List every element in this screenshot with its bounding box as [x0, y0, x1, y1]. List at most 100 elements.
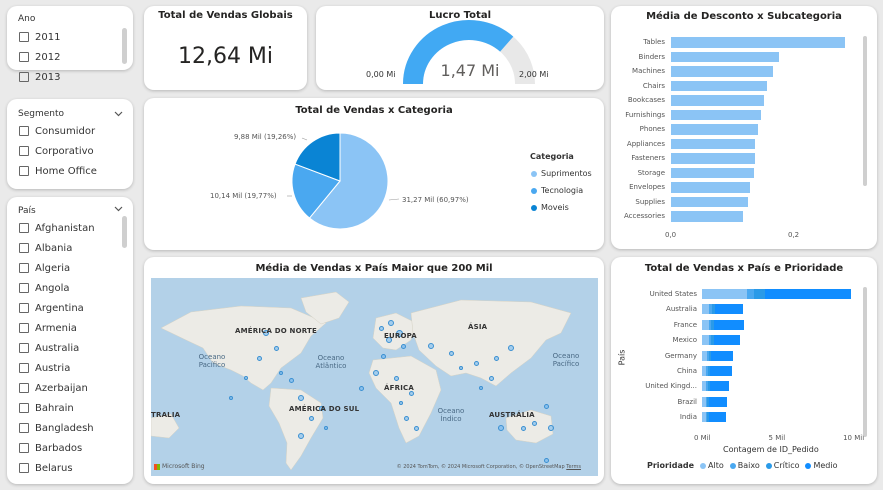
scrollbar[interactable] [863, 36, 867, 186]
map-bubble[interactable] [548, 425, 554, 431]
map-bubble[interactable] [308, 415, 314, 421]
slicer-item[interactable]: Bangladesh [19, 418, 127, 438]
slicer-item[interactable]: Angola [19, 278, 127, 298]
bar-segment-medio[interactable] [709, 396, 727, 407]
world-map[interactable]: AMÉRICA DO NORTE EUROPA ÁSIA ÁFRICA AMÉR… [151, 278, 598, 476]
checkbox[interactable] [19, 403, 29, 413]
slicer-item[interactable]: Algeria [19, 258, 127, 278]
slicer-item[interactable]: 2013 [19, 67, 119, 87]
checkbox[interactable] [19, 263, 29, 273]
checkbox[interactable] [19, 463, 29, 473]
map-bubble[interactable] [244, 376, 248, 380]
bar-segment-medio[interactable] [713, 335, 740, 346]
bar[interactable] [671, 167, 754, 178]
bar[interactable] [671, 124, 758, 135]
bar[interactable] [671, 66, 773, 77]
map-bubble[interactable] [229, 396, 233, 400]
map-bubble[interactable] [380, 353, 386, 359]
map-bubble[interactable] [448, 350, 454, 356]
map-bubble[interactable] [403, 415, 409, 421]
bar[interactable] [671, 109, 761, 120]
checkbox[interactable] [19, 126, 29, 136]
checkbox[interactable] [19, 323, 29, 333]
map-bubble[interactable] [520, 425, 526, 431]
map-bubble[interactable] [498, 425, 504, 431]
checkbox[interactable] [19, 443, 29, 453]
slicer-item[interactable]: Austria [19, 358, 127, 378]
map-bubble[interactable] [393, 375, 399, 381]
map-bubble[interactable] [279, 371, 283, 375]
bar[interactable] [671, 138, 755, 149]
slicer-item[interactable]: Argentina [19, 298, 127, 318]
map-bubble[interactable] [493, 355, 499, 361]
checkbox[interactable] [19, 343, 29, 353]
map-bubble[interactable] [543, 457, 549, 463]
map-bubble[interactable] [388, 320, 394, 326]
scrollbar[interactable] [122, 28, 127, 64]
bar[interactable] [671, 211, 743, 222]
checkbox[interactable] [19, 52, 29, 62]
bar[interactable] [671, 80, 767, 91]
terms-link[interactable]: Terms [566, 464, 581, 470]
legend-item[interactable]: Alto [700, 461, 724, 470]
bar[interactable] [671, 196, 748, 207]
map-bubble[interactable] [358, 385, 364, 391]
slicer-item[interactable]: Bahrain [19, 398, 127, 418]
slicer-item[interactable]: Afghanistan [19, 218, 127, 238]
slicer-item[interactable]: 2011 [19, 27, 119, 47]
bar-segment-baixo[interactable] [746, 289, 755, 299]
map-bubble[interactable] [399, 401, 403, 405]
bar-segment-alto[interactable] [702, 304, 710, 315]
chevron-down-icon[interactable] [114, 206, 123, 212]
bar[interactable] [671, 37, 845, 48]
slicer-item[interactable]: Barbados [19, 438, 127, 458]
map-bubble[interactable] [543, 403, 549, 409]
map-bubble[interactable] [459, 366, 463, 370]
chevron-down-icon[interactable] [114, 111, 123, 117]
map-bubble[interactable] [256, 355, 262, 361]
bar-segment-alto[interactable] [702, 289, 747, 299]
checkbox[interactable] [19, 223, 29, 233]
map-bubble[interactable] [324, 426, 328, 430]
bar[interactable] [671, 153, 755, 164]
legend-item[interactable]: Moveis [531, 199, 592, 216]
bar-segment-alto[interactable] [702, 319, 709, 330]
map-bubble[interactable] [428, 343, 434, 349]
slicer-item[interactable]: Albania [19, 238, 127, 258]
legend-item[interactable]: Suprimentos [531, 165, 592, 182]
slicer-item[interactable]: Belarus [19, 458, 127, 478]
legend-item[interactable]: Baixo [729, 461, 760, 470]
map-bubble[interactable] [488, 375, 494, 381]
map-bubble[interactable] [298, 433, 304, 439]
map-bubble[interactable] [531, 420, 537, 426]
map-bubble[interactable] [473, 360, 479, 366]
slicer-item[interactable]: Consumidor [19, 121, 129, 141]
map-bubble[interactable] [479, 386, 483, 390]
bar[interactable] [671, 95, 764, 106]
map-bubble[interactable] [508, 345, 514, 351]
map-bubble[interactable] [400, 343, 406, 349]
scrollbar[interactable] [863, 287, 867, 437]
bar[interactable] [671, 51, 779, 62]
checkbox[interactable] [19, 383, 29, 393]
slicer-item[interactable]: Corporativo [19, 141, 129, 161]
map-bubble[interactable] [273, 345, 279, 351]
map-bubble[interactable] [413, 425, 419, 431]
bar-segment-medio[interactable] [710, 366, 732, 376]
slicer-item[interactable]: Azerbaijan [19, 378, 127, 398]
bar[interactable] [671, 182, 751, 193]
checkbox[interactable] [19, 243, 29, 253]
map-bubble[interactable] [288, 377, 294, 383]
bar-segment-medio[interactable] [713, 319, 744, 330]
legend-item[interactable]: Crítico [765, 461, 799, 470]
checkbox[interactable] [19, 423, 29, 433]
slicer-item[interactable]: Australia [19, 338, 127, 358]
bar-segment-medio[interactable] [710, 381, 729, 392]
legend-item[interactable]: Medio [805, 461, 838, 470]
scrollbar[interactable] [122, 216, 127, 248]
slicer-item[interactable]: Home Office [19, 161, 129, 181]
bar-segment-medio[interactable] [709, 412, 726, 423]
map-bubble[interactable] [298, 395, 304, 401]
slicer-item[interactable]: Armenia [19, 318, 127, 338]
legend-item[interactable]: Tecnologia [531, 182, 592, 199]
